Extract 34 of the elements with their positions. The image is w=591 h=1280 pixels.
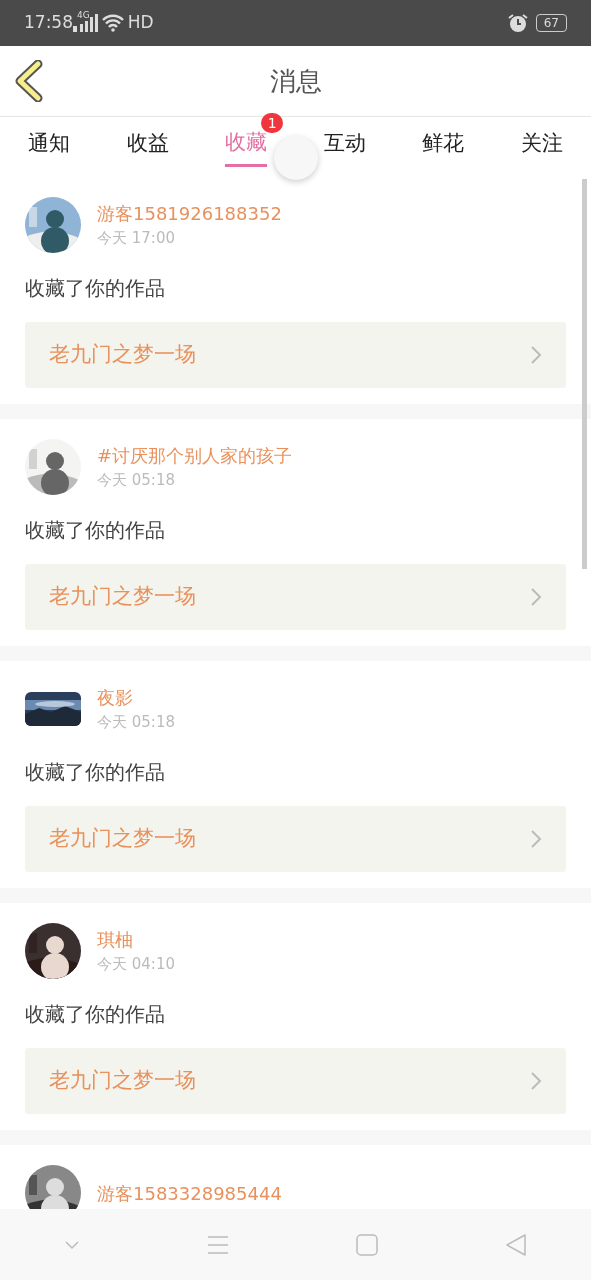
message-time: 今天 05:18 [97,470,176,492]
home-icon[interactable] [356,1234,379,1256]
message-time: 今天 04:10 [97,954,175,976]
clock-time: 17:58 [24,11,73,35]
menu-icon[interactable] [206,1235,229,1255]
work-link[interactable]: 老九门之梦一场 [25,806,566,872]
message-text: 收藏了你的作品 [25,1001,166,1028]
tab[interactable]: 鲜花 [422,122,465,166]
tab[interactable]: 收益 [126,122,169,166]
tab[interactable]: 互动 [323,122,366,166]
user-name[interactable]: #讨厌那个别人家的孩子 [97,442,293,470]
work-link[interactable]: 老九门之梦一场 [25,564,566,630]
tab[interactable]: 通知 [28,122,71,166]
back-icon[interactable] [505,1233,528,1257]
message-text: 收藏了你的作品 [25,517,166,544]
work-link[interactable]: 老九门之梦一场 [25,1048,566,1114]
message-time: 今天 05:18 [97,712,175,734]
battery-level: 67 [535,14,567,32]
user-name[interactable]: 夜影 [97,684,175,712]
hd-label: HD [127,11,154,35]
page-title: 消息 [269,64,322,98]
work-link[interactable]: 老九门之梦一场 [25,322,566,388]
tab[interactable]: 关注 [520,122,563,166]
message-text: 收藏了你的作品 [25,275,166,302]
user-name[interactable]: 琪柚 [97,926,175,954]
back-button[interactable] [14,60,44,102]
user-name[interactable]: 游客1583328985444 [97,1179,282,1207]
network-type: 4G [77,9,90,23]
collapse-icon[interactable] [63,1240,80,1250]
touch-indicator [274,136,318,180]
user-name[interactable]: 游客1581926188352 [97,200,282,228]
message-time: 今天 17:00 [97,228,176,250]
message-text: 收藏了你的作品 [25,759,166,786]
unread-badge: 1 [261,112,284,133]
